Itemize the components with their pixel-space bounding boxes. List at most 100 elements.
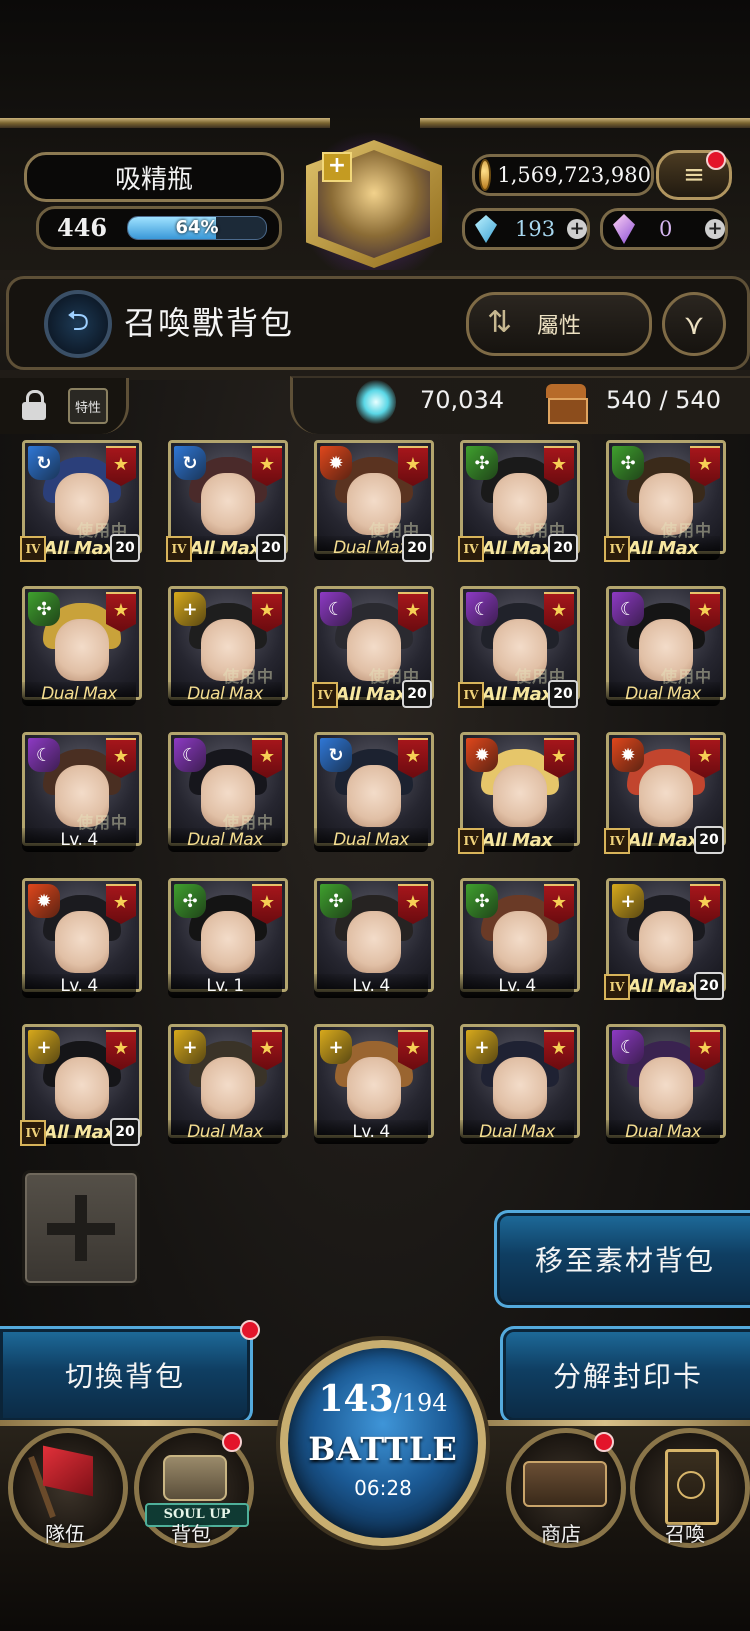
summon-card[interactable]: ✹ ★ 使用中 Dual Max 20 xyxy=(314,440,434,562)
star-rank-icon: ★ xyxy=(398,1030,428,1070)
summon-card[interactable]: ☾ ★ 使用中 Lv. 4 xyxy=(22,732,142,854)
battle-button[interactable]: 143/194 BATTLE 06:28 xyxy=(280,1340,486,1546)
summon-card[interactable]: ✣ ★ Lv. 4 xyxy=(460,878,580,1000)
spirit-orb-icon xyxy=(356,380,396,424)
dark-element-icon: ☾ xyxy=(466,592,498,626)
card-status-bar: IV All Max 20 xyxy=(312,680,432,708)
summon-card[interactable]: + ★ Lv. 4 xyxy=(314,1024,434,1146)
nav-trim-left xyxy=(0,1420,290,1426)
summon-card[interactable]: ↻ ★ IV All Max 20 xyxy=(166,440,288,562)
summon-card[interactable]: ↻ ★ Dual Max xyxy=(314,732,434,854)
shop-notification-dot xyxy=(594,1432,614,1452)
skill-level-badge: 20 xyxy=(402,534,432,562)
star-rank-icon: ★ xyxy=(252,592,282,632)
back-button[interactable]: ⮌ xyxy=(44,290,112,358)
sort-label: 屬性 xyxy=(536,314,581,339)
summon-card[interactable]: + ★ Dual Max xyxy=(168,1024,288,1146)
stamina-current: 143 xyxy=(318,1378,394,1420)
summon-card[interactable]: ✣ ★ Dual Max xyxy=(22,586,142,708)
summon-card[interactable]: ☾ ★ 使用中 Dual Max xyxy=(168,732,288,854)
rank-badge: IV xyxy=(604,536,630,562)
portrait-face xyxy=(347,1057,401,1119)
fire-element-icon: ✹ xyxy=(320,446,352,480)
crystal-counter: 0 + xyxy=(600,208,728,250)
card-status-bar: Lv. 4 xyxy=(460,974,574,998)
rank-badge: IV xyxy=(20,1120,46,1146)
star-rank-icon: ★ xyxy=(690,592,720,632)
fire-element-icon: ✹ xyxy=(612,738,644,772)
filter-button[interactable]: ⋎ xyxy=(662,292,726,356)
exp-bar: 64% xyxy=(127,216,267,240)
nav-summon-label: 召喚 xyxy=(665,1522,705,1546)
switch-bag-button[interactable]: 切換背包 xyxy=(0,1326,253,1424)
star-rank-icon: ★ xyxy=(106,884,136,924)
wood-element-icon: ✣ xyxy=(466,446,498,480)
gem-icon xyxy=(475,215,497,243)
card-level-label: All Max xyxy=(627,975,699,997)
dark-element-icon: ☾ xyxy=(612,1030,644,1064)
water-element-icon: ↻ xyxy=(320,738,352,772)
nav-trim-right xyxy=(460,1420,750,1426)
move-to-material-bag-button[interactable]: 移至素材背包 xyxy=(494,1210,750,1308)
summon-card[interactable]: + ★ Dual Max xyxy=(460,1024,580,1146)
add-gems-button[interactable]: + xyxy=(567,219,587,239)
summon-card[interactable]: + ★ IV All Max 20 xyxy=(604,878,726,1000)
rank-badge: IV xyxy=(458,536,484,562)
summon-card[interactable]: ☾ ★ Dual Max xyxy=(606,1024,726,1146)
card-level-label: Dual Max xyxy=(187,684,263,704)
card-status-bar: IV All Max 20 xyxy=(20,1118,140,1146)
summon-card[interactable]: ☾ ★ 使用中 IV All Max 20 xyxy=(458,586,580,708)
card-status-bar: IV All Max xyxy=(458,828,574,854)
star-rank-icon: ★ xyxy=(544,446,574,486)
summon-card[interactable]: ✹ ★ IV All Max 20 xyxy=(604,732,726,854)
card-level-label: All Max xyxy=(481,537,553,559)
dark-element-icon: ☾ xyxy=(174,738,206,772)
crystal-value: 0 xyxy=(659,217,673,241)
light-element-icon: + xyxy=(174,592,206,626)
summon-card[interactable]: + ★ IV All Max 20 xyxy=(20,1024,142,1146)
summon-card[interactable]: ✹ ★ Lv. 4 xyxy=(22,878,142,1000)
card-level-label: All Max xyxy=(43,1121,115,1143)
bag-capacity: 540 / 540 xyxy=(606,386,721,414)
decompose-seal-card-button[interactable]: 分解封印卡 xyxy=(500,1326,750,1424)
summon-card[interactable]: ☾ ★ 使用中 IV All Max 20 xyxy=(312,586,434,708)
star-rank-icon: ★ xyxy=(398,884,428,924)
summon-card[interactable]: ✣ ★ Lv. 1 xyxy=(168,878,288,1000)
add-crystals-button[interactable]: + xyxy=(705,219,725,239)
sort-button[interactable]: ⇅ 屬性 xyxy=(466,292,652,356)
star-rank-icon: ★ xyxy=(690,738,720,778)
summon-card[interactable]: ✣ ★ 使用中 IV All Max 20 xyxy=(458,440,580,562)
wood-element-icon: ✣ xyxy=(174,884,206,918)
star-rank-icon: ★ xyxy=(106,1030,136,1070)
summon-card[interactable]: ✣ ★ Lv. 4 xyxy=(314,878,434,1000)
star-rank-icon: ★ xyxy=(106,738,136,778)
add-slot-button[interactable] xyxy=(22,1170,140,1286)
light-element-icon: + xyxy=(466,1030,498,1064)
nav-shop-label: 商店 xyxy=(541,1522,581,1546)
stamina-max: /194 xyxy=(393,1389,448,1417)
dark-element-icon: ☾ xyxy=(320,592,352,626)
switch-bag-notification-dot xyxy=(240,1320,260,1340)
lock-icon[interactable] xyxy=(22,390,46,420)
summon-card[interactable]: ☾ ★ 使用中 Dual Max xyxy=(606,586,726,708)
card-level-label: Dual Max xyxy=(187,1122,263,1142)
summon-card[interactable]: ✹ ★ IV All Max xyxy=(458,732,580,854)
light-element-icon: + xyxy=(174,1030,206,1064)
card-status-bar: Dual Max xyxy=(168,682,282,706)
portrait-face xyxy=(639,1057,693,1119)
card-status-bar: Dual Max 20 xyxy=(314,534,432,562)
bag-notification-dot xyxy=(222,1432,242,1452)
card-level-label: Lv. 4 xyxy=(352,1122,390,1142)
card-level-label: Lv. 4 xyxy=(498,976,536,996)
flag-icon xyxy=(43,1445,93,1497)
card-status-bar: IV All Max 20 xyxy=(458,680,578,708)
summon-card[interactable]: ✣ ★ 使用中 IV All Max xyxy=(604,440,726,562)
portrait-face xyxy=(347,765,401,827)
summon-card[interactable]: + ★ 使用中 Dual Max xyxy=(168,586,288,708)
card-level-label: All Max xyxy=(627,829,699,851)
card-status-bar: Dual Max xyxy=(168,1120,282,1144)
summon-card[interactable]: ↻ ★ 使用中 IV All Max 20 xyxy=(20,440,142,562)
trait-button[interactable]: 特性 xyxy=(68,388,108,424)
card-level-label: All Max xyxy=(481,829,553,851)
portrait-face xyxy=(639,765,693,827)
